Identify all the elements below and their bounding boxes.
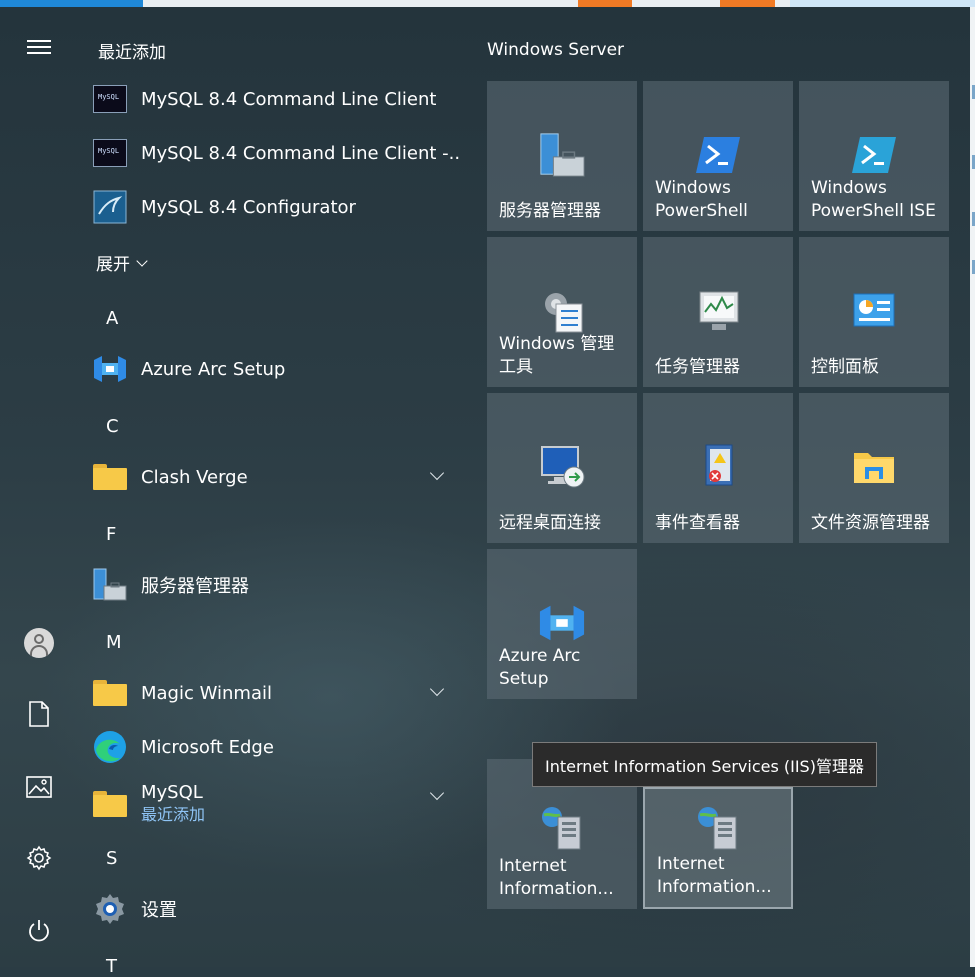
gear-icon	[92, 891, 128, 927]
control-panel-icon	[850, 287, 898, 335]
tile-label: Windows PowerShell	[655, 178, 748, 221]
folder-icon	[92, 459, 128, 495]
list-item-azure-arc[interactable]: Azure Arc Setup	[92, 346, 462, 392]
recently-added-badge: 最近添加	[141, 805, 206, 824]
letter-header-m[interactable]: M	[106, 632, 122, 653]
powershell-ise-icon	[850, 131, 898, 179]
list-item-mysql-cli[interactable]: MySQL 8.4 Command Line Client	[92, 76, 462, 122]
mysql-configurator-icon	[92, 189, 128, 225]
file-explorer-icon	[850, 443, 898, 491]
letter-header-f[interactable]: F	[106, 524, 116, 545]
tooltip: Internet Information Services (IIS)管理器	[532, 742, 877, 787]
tile-label: 远程桌面连接	[499, 513, 601, 533]
tile-control-panel[interactable]: 控制面板	[799, 237, 949, 387]
tile-task-manager[interactable]: 任务管理器	[643, 237, 793, 387]
list-item-mysql-folder[interactable]: MySQL 最近添加	[92, 778, 462, 830]
tile-iis-manager-2[interactable]: Internet Information...	[643, 787, 793, 909]
azure-arc-icon	[92, 351, 128, 387]
tile-powershell[interactable]: Windows PowerShell	[643, 81, 793, 231]
task-manager-icon	[694, 287, 742, 335]
admin-tools-icon	[538, 287, 586, 335]
tile-label: 控制面板	[811, 357, 879, 377]
list-item-label: Magic Winmail	[141, 682, 272, 704]
tile-admin-tools[interactable]: Windows 管理 工具	[487, 237, 637, 387]
iis-icon	[694, 805, 742, 853]
expand-button[interactable]: 展开	[96, 250, 148, 275]
tile-azure-arc[interactable]: Azure Arc Setup	[487, 549, 637, 699]
tile-label: Internet Information...	[499, 856, 614, 899]
list-item-settings[interactable]: 设置	[92, 886, 462, 932]
chevron-down-icon[interactable]	[429, 465, 445, 481]
folder-icon	[92, 786, 128, 822]
edge-icon	[92, 729, 128, 765]
iis-icon	[538, 805, 586, 853]
tile-event-viewer[interactable]: 事件查看器	[643, 393, 793, 543]
list-item-label: Azure Arc Setup	[141, 358, 286, 380]
list-item-label: Clash Verge	[141, 466, 248, 488]
tile-label: Windows PowerShell ISE	[811, 178, 936, 221]
tile-label: 服务器管理器	[499, 201, 601, 221]
list-item-server-manager[interactable]: 服务器管理器	[92, 562, 462, 608]
list-item-mysql-configurator[interactable]: MySQL 8.4 Configurator	[92, 184, 462, 230]
background-window-strip	[0, 0, 975, 7]
power-icon[interactable]	[14, 909, 64, 953]
settings-icon[interactable]	[14, 836, 64, 880]
pictures-icon[interactable]	[14, 765, 64, 809]
list-item-mysql-cli-2[interactable]: MySQL 8.4 Command Line Client -...	[92, 130, 462, 176]
list-item-label: Microsoft Edge	[141, 736, 274, 758]
list-item-clash-verge[interactable]: Clash Verge	[92, 454, 462, 500]
list-item-edge[interactable]: Microsoft Edge	[92, 724, 462, 770]
tile-file-explorer[interactable]: 文件资源管理器	[799, 393, 949, 543]
tile-label: 事件查看器	[655, 513, 740, 533]
mysql-terminal-icon	[92, 135, 128, 171]
list-item-label: MySQL 8.4 Configurator	[141, 196, 356, 218]
server-manager-icon	[92, 567, 128, 603]
tile-server-manager[interactable]: 服务器管理器	[487, 81, 637, 231]
tile-label: 文件资源管理器	[811, 513, 930, 533]
event-viewer-icon	[694, 443, 742, 491]
powershell-icon	[694, 131, 742, 179]
mysql-terminal-icon	[92, 81, 128, 117]
expand-label: 展开	[96, 255, 130, 275]
hamburger-icon[interactable]	[14, 25, 64, 69]
tile-label: Internet Information...	[657, 854, 772, 897]
chevron-down-icon[interactable]	[429, 681, 445, 697]
background-window-edge	[970, 7, 975, 967]
list-item-magic-winmail[interactable]: Magic Winmail	[92, 670, 462, 716]
list-item-label: 设置	[141, 900, 177, 921]
remote-desktop-icon	[538, 443, 586, 491]
tile-label: Azure Arc Setup	[499, 646, 581, 689]
tile-group-title: Windows Server	[487, 40, 625, 60]
chevron-down-icon	[136, 254, 148, 267]
list-item-label: MySQL 8.4 Command Line Client -...	[141, 142, 462, 164]
letter-header-a[interactable]: A	[106, 308, 118, 329]
server-manager-icon	[538, 131, 586, 179]
recent-section-title: 最近添加	[98, 43, 166, 63]
tile-label: 任务管理器	[655, 357, 740, 377]
tile-powershell-ise[interactable]: Windows PowerShell ISE	[799, 81, 949, 231]
letter-header-s[interactable]: S	[106, 848, 117, 869]
tile-remote-desktop[interactable]: 远程桌面连接	[487, 393, 637, 543]
user-avatar-icon[interactable]	[14, 621, 64, 665]
chevron-down-icon[interactable]	[429, 785, 445, 801]
list-item-label: MySQL	[141, 782, 203, 803]
letter-header-c[interactable]: C	[106, 416, 119, 437]
app-list: 最近添加 MySQL 8.4 Command Line Client MySQL…	[78, 7, 470, 977]
start-rail	[0, 7, 78, 967]
tile-label: Windows 管理 工具	[499, 334, 615, 377]
documents-icon[interactable]	[14, 692, 64, 736]
list-item-label: MySQL 8.4 Command Line Client	[141, 88, 437, 110]
azure-arc-icon	[538, 599, 586, 647]
list-item-label: 服务器管理器	[141, 576, 249, 597]
folder-icon	[92, 675, 128, 711]
